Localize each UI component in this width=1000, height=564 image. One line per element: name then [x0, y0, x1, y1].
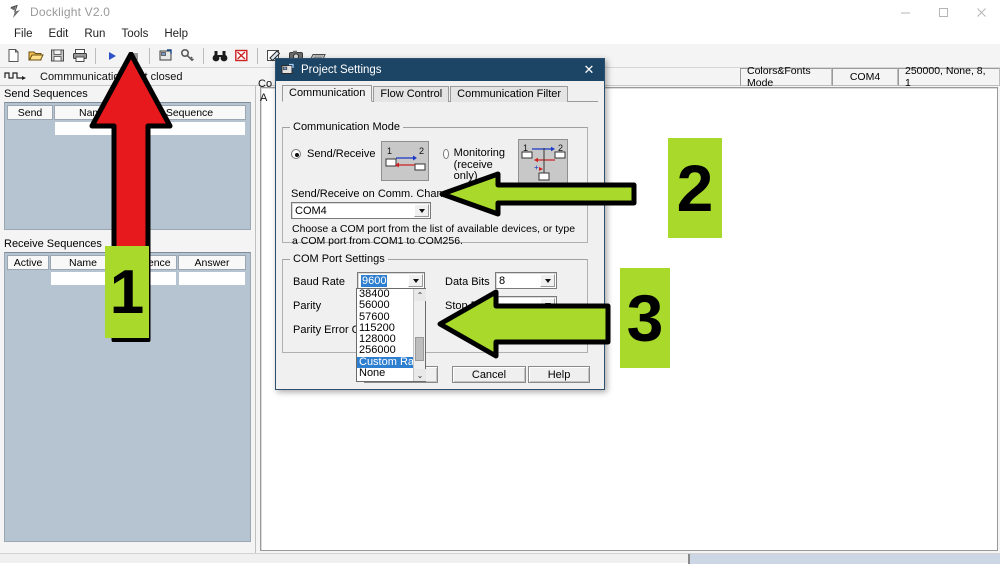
- status-cell-mode[interactable]: Colors&Fonts Mode: [740, 65, 832, 89]
- dialog-tabs: Communication Flow Control Communication…: [282, 85, 598, 102]
- scroll-up-icon[interactable]: ⌃: [414, 289, 426, 301]
- comm-channel-combobox[interactable]: COM4: [291, 202, 431, 219]
- window-controls: [886, 0, 1000, 24]
- svg-text:2: 2: [419, 146, 424, 156]
- menu-edit[interactable]: Edit: [41, 26, 77, 42]
- title-bar: Docklight V2.0: [0, 0, 1000, 24]
- hidden-label-communication: Co: [258, 78, 273, 90]
- comm-channel-label: Send/Receive on Comm. Channel: [291, 188, 458, 200]
- column-header-active[interactable]: Active: [7, 255, 49, 270]
- green-arrow-annotation-2: [439, 171, 637, 217]
- green-arrow-annotation-3: [437, 289, 611, 359]
- column-header-answer[interactable]: Answer: [178, 255, 246, 270]
- docklight-main-window: Docklight V2.0 File Edit Run Tools Help: [0, 0, 1000, 564]
- menu-file[interactable]: File: [6, 26, 41, 42]
- com-port-settings-legend: COM Port Settings: [290, 253, 388, 265]
- chevron-down-icon[interactable]: [414, 204, 429, 217]
- new-file-icon[interactable]: [3, 45, 24, 66]
- menu-tools[interactable]: Tools: [113, 26, 156, 42]
- marker-2: 2: [668, 138, 722, 238]
- dialog-close-icon[interactable]: ✕: [574, 59, 604, 81]
- open-folder-icon[interactable]: [25, 45, 46, 66]
- tab-flow-control[interactable]: Flow Control: [373, 86, 450, 102]
- dropdown-option[interactable]: None: [357, 367, 413, 379]
- scrollbar-thumb[interactable]: [415, 337, 424, 361]
- minimize-icon[interactable]: [886, 0, 924, 24]
- baud-rate-combobox[interactable]: 9600: [357, 272, 425, 289]
- data-bits-combobox[interactable]: 8: [495, 272, 557, 289]
- dialog-title-bar[interactable]: Project Settings ✕: [276, 59, 604, 81]
- tab-communication[interactable]: Communication: [282, 85, 373, 102]
- baud-rate-value: 9600: [361, 274, 388, 287]
- menu-help[interactable]: Help: [156, 26, 196, 42]
- send-receive-label: Send/Receive: [307, 148, 376, 160]
- menu-run[interactable]: Run: [76, 26, 113, 42]
- comm-channel-hint: Choose a COM port from the list of avail…: [292, 223, 576, 247]
- project-settings-icon: [281, 63, 295, 77]
- comm-channel-value: COM4: [295, 204, 327, 217]
- baud-rate-dropdown-list[interactable]: 38400 56000 57600 115200 128000 256000 C…: [356, 288, 426, 382]
- toolbar-separator: [203, 47, 204, 64]
- save-icon[interactable]: [47, 45, 68, 66]
- scroll-down-icon[interactable]: ⌄: [414, 369, 426, 381]
- send-receive-radio[interactable]: [291, 149, 301, 159]
- status-right-cells: Colors&Fonts Mode COM4 250000, None, 8, …: [740, 65, 1000, 89]
- dropdown-option[interactable]: 56000: [357, 299, 413, 311]
- svg-text:1: 1: [387, 146, 392, 156]
- chevron-down-icon[interactable]: [540, 274, 555, 287]
- maximize-icon[interactable]: [924, 0, 962, 24]
- baud-rate-label: Baud Rate: [293, 276, 345, 288]
- dropdown-scrollbar[interactable]: ⌃ ⌄: [413, 289, 426, 381]
- marker-1: 1: [105, 246, 149, 338]
- close-icon[interactable]: [962, 0, 1000, 24]
- key-icon[interactable]: [177, 45, 198, 66]
- chevron-down-icon[interactable]: [408, 274, 423, 287]
- send-receive-diagram: 1 2: [381, 141, 429, 181]
- parity-label: Parity: [293, 300, 322, 312]
- communication-mode-legend: Communication Mode: [290, 121, 403, 133]
- window-title: Docklight V2.0: [30, 5, 111, 19]
- marker-3: 3: [620, 268, 670, 368]
- send-receive-radio-row[interactable]: Send/Receive: [291, 148, 376, 160]
- help-button[interactable]: Help: [528, 366, 590, 383]
- docklight-logo-icon: [8, 4, 24, 20]
- hidden-label-ascii: A: [260, 92, 268, 104]
- status-cell-port[interactable]: COM4: [832, 68, 898, 86]
- menu-bar: File Edit Run Tools Help: [0, 24, 1000, 44]
- data-bits-label: Data Bits: [445, 276, 490, 288]
- waveform-icon: [4, 69, 34, 84]
- tab-communication-filter[interactable]: Communication Filter: [450, 86, 569, 102]
- data-bits-value: 8: [499, 274, 506, 287]
- find-binoculars-icon[interactable]: [209, 45, 230, 66]
- horizontal-scrollbar[interactable]: [0, 553, 1000, 564]
- monitoring-radio[interactable]: [443, 149, 449, 159]
- status-cell-params[interactable]: 250000, None, 8, 1: [898, 65, 1000, 89]
- print-icon[interactable]: [69, 45, 90, 66]
- toolbar-separator: [257, 47, 258, 64]
- column-header-send[interactable]: Send: [7, 105, 53, 120]
- clear-communication-icon[interactable]: [231, 45, 252, 66]
- dialog-title-text: Project Settings: [301, 64, 382, 76]
- cancel-button[interactable]: Cancel: [452, 366, 526, 383]
